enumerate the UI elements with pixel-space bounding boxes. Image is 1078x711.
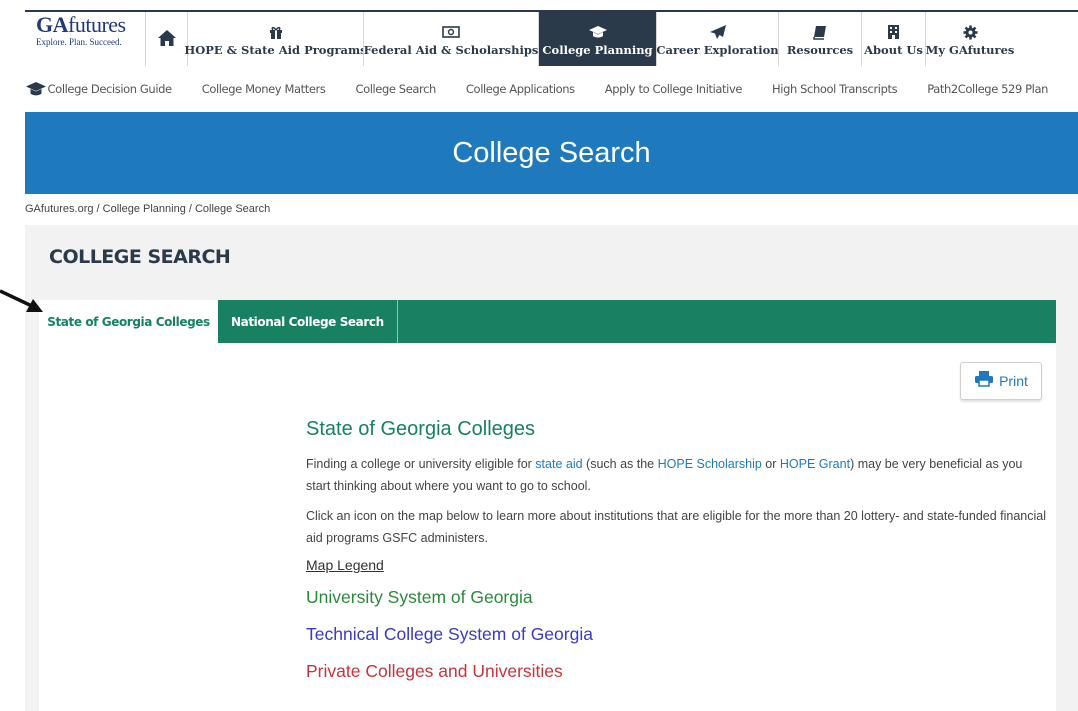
home-icon (157, 29, 177, 46)
subnav-college-decision-guide[interactable]: College Decision Guide (48, 82, 173, 96)
nav-about-us[interactable]: About Us (861, 12, 925, 66)
subnav-college-search[interactable]: College Search (355, 82, 436, 96)
print-button[interactable]: Print (960, 362, 1042, 400)
nav-label: About Us (864, 43, 923, 57)
nav-hope-state-aid[interactable]: HOPE & State Aid Programs (184, 12, 367, 66)
content-heading: State of Georgia Colleges (306, 418, 536, 440)
legend-university-system: University System of Georgia (306, 587, 533, 607)
book-icon (813, 24, 827, 40)
sub-nav: College Decision Guide College Money Mat… (25, 66, 1078, 112)
nav-my-gafutures[interactable]: My GAfutures (925, 12, 1014, 66)
print-label: Print (999, 373, 1028, 389)
logo-tagline: Explore. Plan. Succeed. (36, 37, 122, 47)
subnav-college-applications[interactable]: College Applications (466, 82, 575, 96)
nav-label: College Planning (542, 43, 653, 57)
graduation-cap-icon (588, 24, 608, 40)
nav-label: Career Exploration (656, 43, 779, 57)
subnav-college-money-matters[interactable]: College Money Matters (202, 82, 326, 96)
page-banner: College Search (25, 112, 1078, 194)
page-title: COLLEGE SEARCH (49, 246, 231, 268)
nav-label: Resources (786, 43, 854, 57)
gift-icon (269, 24, 283, 40)
building-icon (887, 24, 900, 40)
annotation-arrow-icon (0, 289, 43, 312)
legend-private-colleges: Private Colleges and Universities (306, 661, 563, 681)
content-body: State of Georgia Colleges Finding a coll… (306, 418, 1046, 698)
subnav-path2college-529-plan[interactable]: Path2College 529 Plan (927, 82, 1048, 96)
top-nav: GAfutures Explore. Plan. Succeed. HOPE &… (25, 10, 1078, 66)
nav-label: My GAfutures (925, 43, 1015, 57)
graduation-cap-icon (25, 81, 48, 97)
hope-scholarship-link[interactable]: HOPE Scholarship (658, 457, 762, 471)
banner-title: College Search (452, 136, 651, 169)
subnav-apply-to-college-initiative[interactable]: Apply to College Initiative (605, 82, 743, 96)
subnav-high-school-transcripts[interactable]: High School Transcripts (772, 82, 898, 96)
nav-resources[interactable]: Resources (778, 12, 861, 66)
logo-name: GAfutures (36, 12, 126, 37)
tab-national-college-search[interactable]: National College Search (218, 300, 398, 343)
map-instructions: Click an icon on the map below to learn … (306, 509, 1047, 545)
nav-label: Federal Aid & Scholarships (363, 43, 539, 57)
state-aid-link[interactable]: state aid (535, 457, 582, 471)
nav-college-planning[interactable]: College Planning (538, 12, 656, 66)
printer-icon (974, 370, 994, 392)
hope-grant-link[interactable]: HOPE Grant (780, 457, 850, 471)
nav-home[interactable] (145, 12, 187, 66)
legend-technical-college-system: Technical College System of Georgia (306, 624, 593, 644)
nav-label: HOPE & State Aid Programs (184, 43, 367, 57)
money-icon (442, 24, 460, 40)
breadcrumb: GAfutures.org / College Planning / Colle… (25, 203, 271, 215)
nav-career-exploration[interactable]: Career Exploration (656, 12, 779, 66)
tab-bar: State of Georgia Colleges National Colle… (39, 300, 1056, 343)
map-legend-title: Map Legend (306, 557, 384, 573)
gafutures-logo[interactable]: GAfutures Explore. Plan. Succeed. (25, 12, 145, 66)
intro-paragraph: Finding a college or university eligible… (306, 457, 1023, 493)
paper-plane-icon (709, 24, 727, 40)
nav-federal-aid[interactable]: Federal Aid & Scholarships (363, 12, 538, 66)
tab-state-of-georgia-colleges[interactable]: State of Georgia Colleges (39, 300, 218, 343)
gear-icon (963, 24, 978, 40)
